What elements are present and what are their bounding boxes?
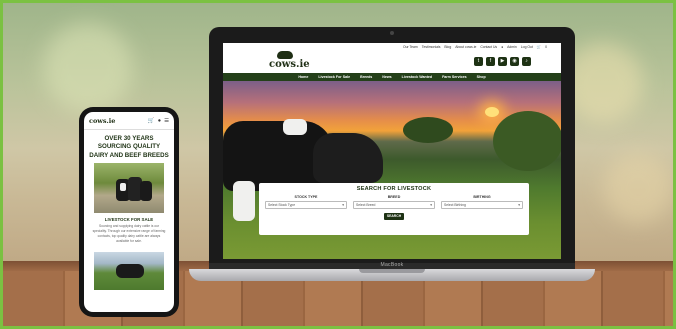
laptop-base	[189, 269, 595, 281]
tiktok-icon[interactable]: ♪	[522, 57, 531, 66]
tree	[403, 117, 453, 143]
laptop-hinge: MacBook	[209, 262, 575, 269]
nav-livestock-for-sale[interactable]: Livestock For Sale	[318, 75, 350, 79]
laptop-brand-label: MacBook	[380, 262, 404, 268]
birthing-label: BIRTHING	[473, 195, 491, 199]
birthing-select[interactable]: Select Birthing ▾	[441, 201, 523, 209]
bokeh-light	[43, 23, 133, 113]
tree	[493, 111, 561, 171]
nav-shop[interactable]: Shop	[477, 75, 486, 79]
top-link-our-team[interactable]: Our Team	[403, 45, 418, 49]
bokeh-light	[563, 43, 643, 123]
phone-cows-image	[94, 163, 164, 214]
top-link-testimonials[interactable]: Testimonials	[422, 45, 441, 49]
top-link-blog[interactable]: Blog	[444, 45, 451, 49]
breed-label: BREED	[387, 195, 401, 199]
top-link-about[interactable]: About cows.ie	[455, 45, 476, 49]
nav-news[interactable]: News	[382, 75, 391, 79]
cart-count: 0	[545, 45, 547, 49]
cow-white-patch	[120, 183, 126, 192]
social-links: t f ▶ ◉ ♪	[474, 57, 531, 66]
site-logo[interactable]: cows.ie	[269, 51, 310, 70]
phone-screen: cows.ie 🛒 ● ☰ OVER 30 YEARS SOURCING QUA…	[84, 112, 174, 312]
promo-frame: Our Team Testimonials Blog About cows.ie…	[0, 0, 676, 329]
nav-breeds[interactable]: Breeds	[360, 75, 372, 79]
top-links-bar: Our Team Testimonials Blog About cows.ie…	[223, 43, 561, 51]
livestock-search-panel: SEARCH FOR LIVESTOCK STOCK TYPE Select S…	[259, 183, 529, 235]
phone-field-image	[94, 252, 164, 291]
nav-livestock-wanted[interactable]: Livestock Wanted	[402, 75, 432, 79]
phone-mockup: cows.ie 🛒 ● ☰ OVER 30 YEARS SOURCING QUA…	[79, 107, 179, 317]
bokeh-light	[603, 153, 673, 223]
phone-body-text: Sourcing and supplying dairy cattle is o…	[92, 224, 166, 244]
instagram-icon[interactable]: ◉	[510, 57, 519, 66]
cow-logo-icon	[277, 51, 293, 59]
breed-select[interactable]: Select Breed ▾	[353, 201, 435, 209]
nav-farm-services[interactable]: Farm Services	[442, 75, 467, 79]
breed-value: Select Breed	[356, 203, 376, 207]
birthing-value: Select Birthing	[444, 203, 466, 207]
cart-icon[interactable]: 🛒	[148, 118, 155, 124]
stock-type-value: Select Stock Type	[268, 203, 296, 207]
cow-silhouette	[116, 264, 144, 279]
stock-type-label: STOCK TYPE	[294, 195, 318, 199]
menu-icon[interactable]: ☰	[164, 118, 169, 124]
user-icon[interactable]: ●	[158, 118, 161, 124]
search-button[interactable]: SEARCH	[384, 213, 404, 220]
cow-silhouette	[140, 181, 152, 202]
laptop-screen: Our Team Testimonials Blog About cows.ie…	[223, 43, 561, 259]
laptop-mockup: Our Team Testimonials Blog About cows.ie…	[209, 27, 575, 273]
phone-logo[interactable]: cows.ie	[89, 117, 115, 125]
search-title: SEARCH FOR LIVESTOCK	[356, 186, 432, 192]
phone-headline: OVER 30 YEARS SOURCING QUALITY DAIRY AND…	[89, 135, 169, 159]
twitter-icon[interactable]: t	[474, 57, 483, 66]
top-link-admin[interactable]: Admin	[507, 45, 517, 49]
logo-text: cows.ie	[269, 59, 310, 70]
top-link-logout[interactable]: Log Out	[521, 45, 533, 49]
chevron-down-icon: ▾	[430, 203, 432, 207]
camera-dot	[390, 31, 394, 35]
chevron-down-icon: ▾	[342, 203, 344, 207]
phone-header-icons: 🛒 ● ☰	[148, 118, 169, 124]
user-icon[interactable]: ●	[501, 45, 503, 49]
cow-white-patch	[233, 181, 255, 221]
cow-silhouette	[313, 133, 383, 183]
site-header: cows.ie t f ▶ ◉ ♪	[223, 51, 561, 73]
cart-icon[interactable]: 🛒	[537, 45, 541, 49]
top-link-contact[interactable]: Contact Us	[480, 45, 497, 49]
sunset-sun	[485, 107, 499, 117]
stock-type-select[interactable]: Select Stock Type ▾	[265, 201, 347, 209]
nav-home[interactable]: Home	[298, 75, 308, 79]
laptop-notch	[359, 269, 425, 273]
cow-white-patch	[283, 119, 307, 135]
facebook-icon[interactable]: f	[486, 57, 495, 66]
hero-image: SEARCH FOR LIVESTOCK STOCK TYPE Select S…	[223, 81, 561, 259]
chevron-down-icon: ▾	[518, 203, 520, 207]
phone-header: cows.ie 🛒 ● ☰	[84, 112, 174, 130]
youtube-icon[interactable]: ▶	[498, 57, 507, 66]
main-nav: Home Livestock For Sale Breeds News Live…	[223, 73, 561, 81]
